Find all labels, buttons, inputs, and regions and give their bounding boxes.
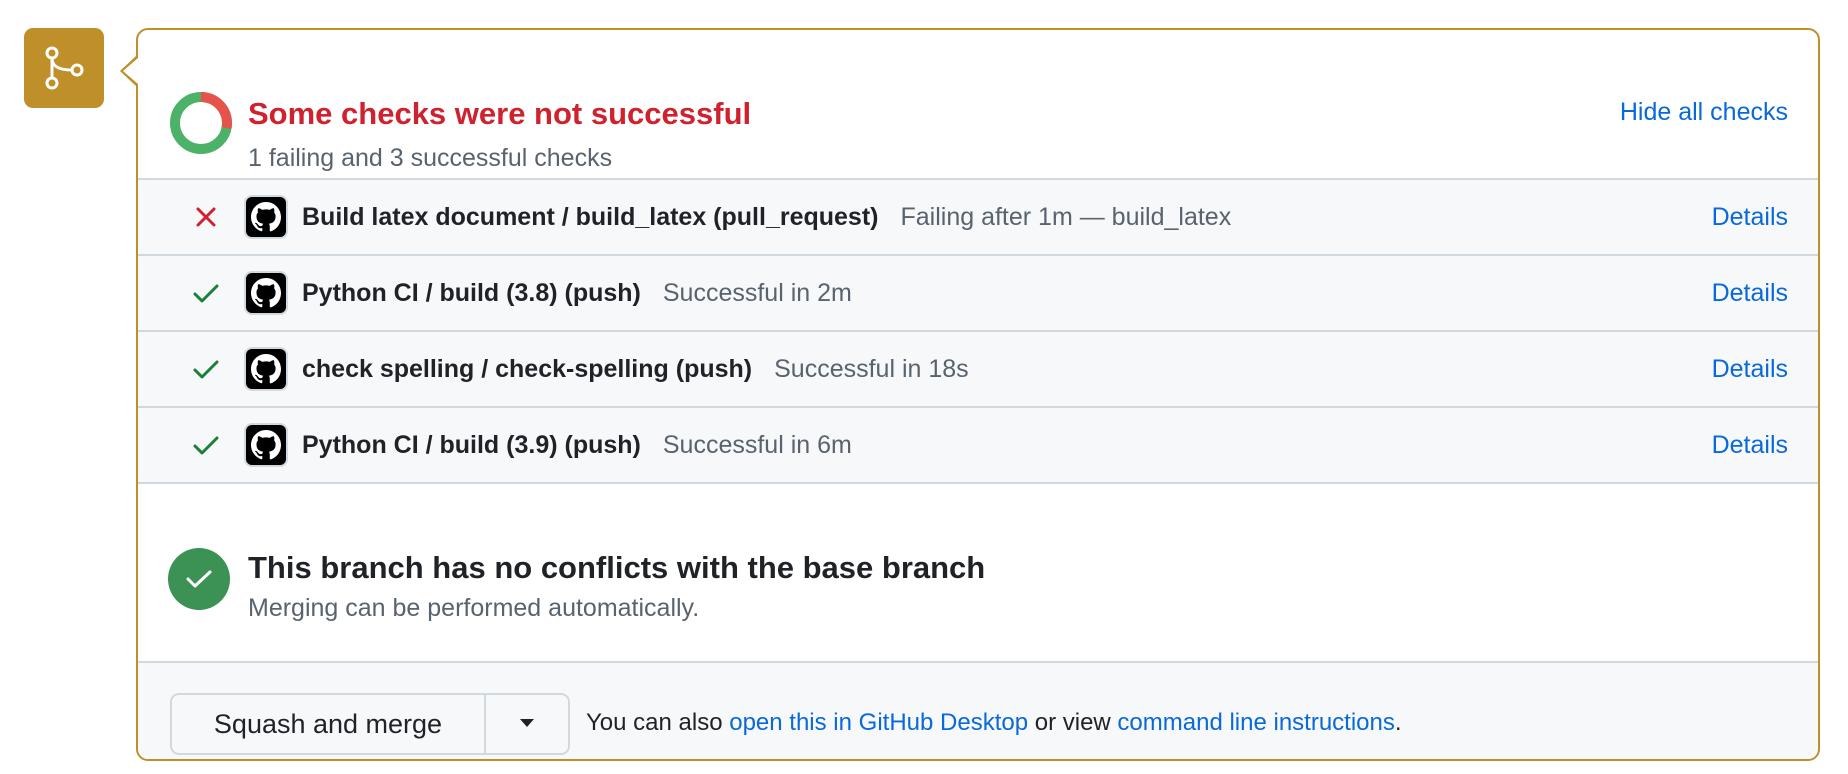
check-icon [186, 282, 226, 304]
check-description: Successful in 18s [774, 354, 969, 383]
footer-text-prefix: You can also [586, 709, 730, 736]
check-description: Failing after 1m — build_latex [900, 202, 1232, 231]
hide-all-checks-link[interactable]: Hide all checks [1620, 98, 1788, 127]
footer-text-middle: or view [1028, 709, 1118, 736]
github-icon [244, 347, 288, 391]
check-details-link[interactable]: Details [1712, 203, 1788, 232]
footer-text-suffix: . [1394, 709, 1402, 736]
open-in-desktop-link[interactable]: open this in GitHub Desktop [729, 709, 1028, 736]
merge-footer: Squash and merge You can also open this … [138, 661, 1818, 759]
check-row: Python CI / build (3.9) (push) Successfu… [138, 406, 1818, 484]
check-details-link[interactable]: Details [1712, 431, 1788, 460]
check-circle-icon [168, 548, 230, 610]
check-details-link[interactable]: Details [1712, 279, 1788, 308]
merge-button-group: Squash and merge [170, 693, 570, 755]
conflicts-subtitle: Merging can be performed automatically. [248, 594, 700, 622]
merge-method-dropdown[interactable] [486, 695, 568, 753]
conflicts-status: This branch has no conflicts with the ba… [168, 532, 1788, 632]
check-row: Build latex document / build_latex (pull… [138, 178, 1818, 254]
check-details-link[interactable]: Details [1712, 355, 1788, 384]
command-line-instructions-link[interactable]: command line instructions [1117, 709, 1394, 736]
panel-pointer-fill [123, 58, 138, 84]
x-icon [186, 206, 226, 228]
github-icon [244, 423, 288, 467]
github-icon [244, 271, 288, 315]
merge-alternatives-text: You can also open this in GitHub Desktop… [586, 709, 1402, 737]
triangle-down-icon [519, 715, 535, 733]
check-name: Build latex document / build_latex (pull… [302, 202, 879, 231]
check-name: Python CI / build (3.8) (push) [302, 278, 641, 307]
check-row: check spelling / check-spelling (push) S… [138, 330, 1818, 406]
checks-status-summary: 1 failing and 3 successful checks [248, 144, 613, 172]
checks-donut-icon [170, 92, 232, 154]
check-icon [186, 434, 226, 456]
conflicts-title: This branch has no conflicts with the ba… [248, 550, 986, 585]
checks-status-header: Some checks were not successful 1 failin… [168, 60, 1788, 180]
checks-status-title: Some checks were not successful [248, 96, 752, 131]
check-row: Python CI / build (3.8) (push) Successfu… [138, 254, 1818, 330]
git-merge-icon [24, 28, 104, 108]
merge-status-panel: Some checks were not successful 1 failin… [136, 28, 1820, 761]
checks-list: Build latex document / build_latex (pull… [138, 178, 1818, 484]
github-icon [244, 195, 288, 239]
check-description: Successful in 6m [662, 430, 852, 459]
squash-and-merge-button[interactable]: Squash and merge [172, 695, 486, 753]
check-description: Successful in 2m [662, 278, 852, 307]
check-name: check spelling / check-spelling (push) [302, 354, 753, 383]
check-name: Python CI / build (3.9) (push) [302, 430, 641, 459]
check-icon [186, 358, 226, 380]
